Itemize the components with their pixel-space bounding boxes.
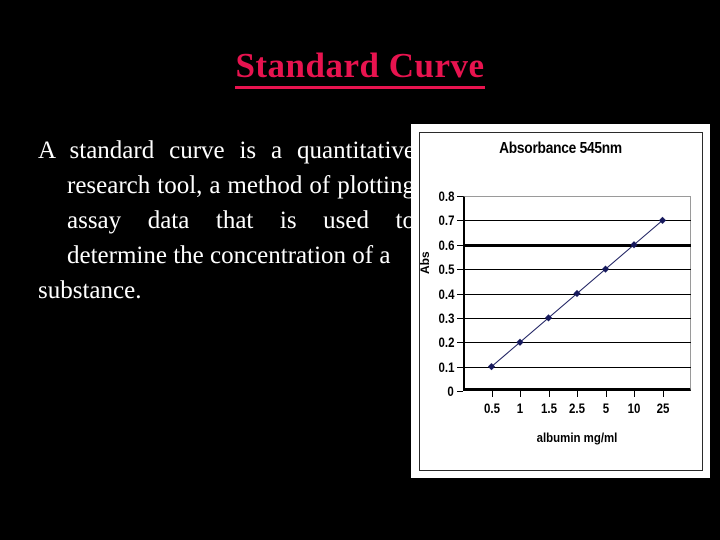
chart-panel: Absorbance 545nm Abs 0 0.1 0.2 0.3 0.4 0.5 0.6… <box>411 124 710 478</box>
chart-title: Absorbance 545nm <box>499 140 622 157</box>
x-axis-title: albumin mg/ml <box>536 430 618 445</box>
x-axis-tick <box>577 391 578 397</box>
y-axis-tick-label: 0.6 <box>438 236 454 253</box>
x-axis-tick-label: 5 <box>602 400 609 416</box>
page-title: Standard Curve <box>0 47 720 89</box>
x-axis-tick <box>605 391 607 397</box>
x-axis-tick <box>520 391 521 397</box>
y-axis-tick-label: 0.1 <box>438 358 454 375</box>
x-axis-tick-label: 10 <box>627 400 641 416</box>
page-title-text: Standard Curve <box>235 47 485 89</box>
y-axis-tick-label: 0.3 <box>438 309 454 326</box>
body-paragraph-last-line: substance. <box>38 277 142 304</box>
data-series <box>487 216 667 371</box>
y-axis-tick <box>457 391 463 392</box>
x-axis-tick <box>548 391 550 397</box>
y-axis-tick-label: 0.8 <box>438 188 454 204</box>
body-paragraph: A standard curve is a quantitative resea… <box>38 133 415 308</box>
y-axis-tick-label: 0.2 <box>438 334 454 351</box>
x-axis-tick-label: 25 <box>656 400 669 416</box>
x-axis-tick <box>634 391 635 397</box>
plot-area: 0 0.1 0.2 0.3 0.4 0.5 0.6 0.7 0.8 0.5 1 1.5 2.5 5 10 2… <box>438 188 691 416</box>
y-axis-tick-label: 0 <box>447 383 454 399</box>
slide-canvas: { "slide": { "title": "Standard Curve", … <box>0 0 720 540</box>
y-axis-tick-label: 0.5 <box>438 261 454 278</box>
body-paragraph-text: A standard curve is a quantitative resea… <box>38 137 415 269</box>
x-axis-tick <box>491 391 493 397</box>
x-axis-tick-label: 2.5 <box>569 400 585 416</box>
x-axis-tick-label: 1.5 <box>540 400 557 416</box>
x-axis-tick-label: 0.5 <box>483 400 500 416</box>
x-axis-tick <box>662 391 664 397</box>
y-axis-tick-label: 0.7 <box>438 212 454 229</box>
y-axis-title: Abs <box>418 251 432 274</box>
x-axis-tick-label: 1 <box>516 400 524 416</box>
y-axis-tick-label: 0.4 <box>438 285 454 302</box>
